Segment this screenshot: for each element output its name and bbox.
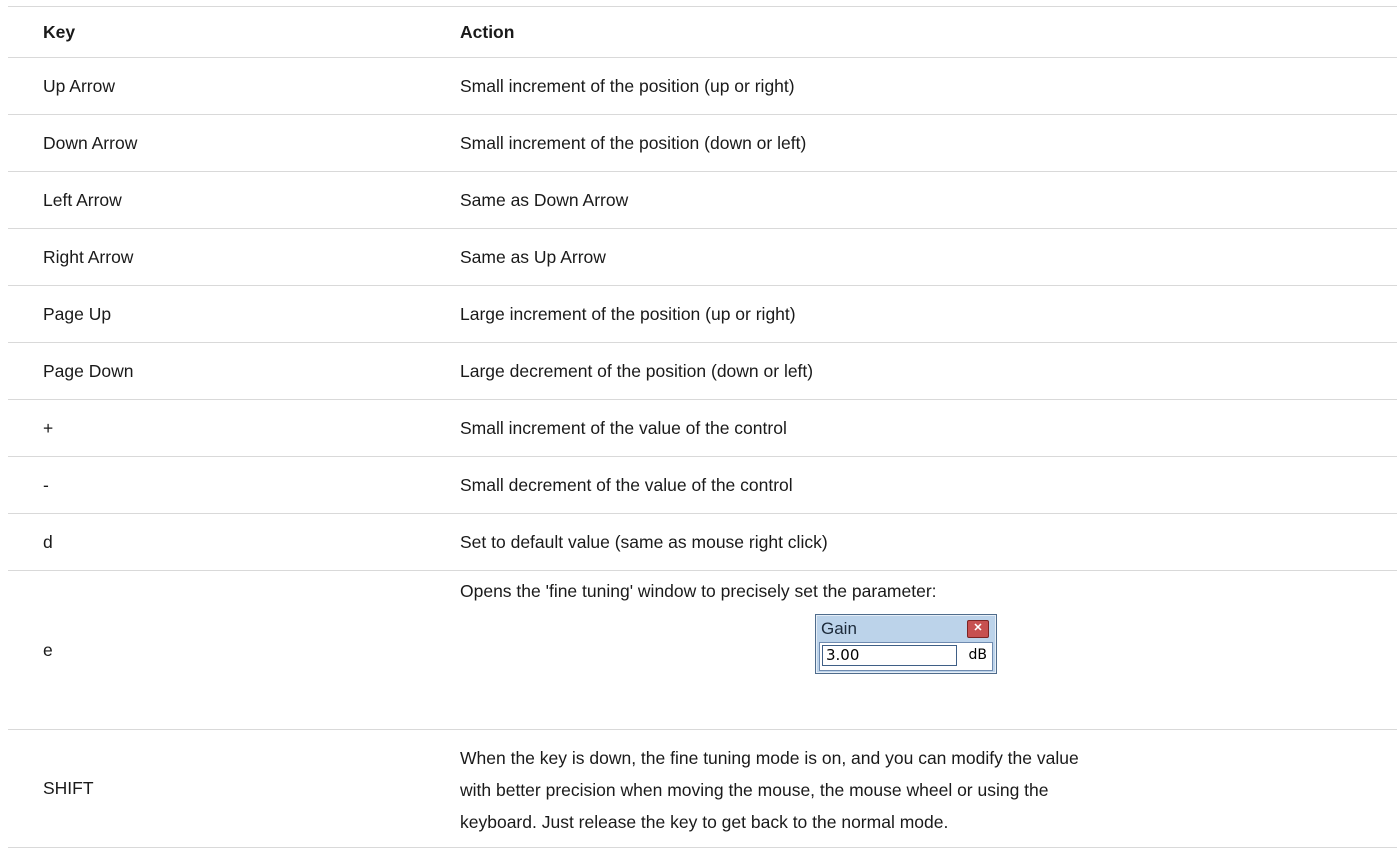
close-icon[interactable]: ✕ xyxy=(967,620,989,638)
action-cell: Same as Down Arrow xyxy=(425,171,1397,229)
action-cell: Opens the 'fine tuning' window to precis… xyxy=(425,570,1397,730)
key-cell: Up Arrow xyxy=(8,57,425,115)
table-row: SHIFT When the key is down, the fine tun… xyxy=(8,729,1397,848)
action-cell: Small increment of the value of the cont… xyxy=(425,399,1397,457)
header-key: Key xyxy=(8,6,425,58)
action-text-line: When the key is down, the fine tuning mo… xyxy=(460,747,1079,768)
table-row: Right Arrow Same as Up Arrow xyxy=(8,228,1397,286)
table-row: Down Arrow Small increment of the positi… xyxy=(8,114,1397,172)
action-cell: Same as Up Arrow xyxy=(425,228,1397,286)
fine-tuning-title: Gain xyxy=(821,619,857,638)
key-cell: Down Arrow xyxy=(8,114,425,172)
key-cell: SHIFT xyxy=(8,729,425,848)
key-cell: Right Arrow xyxy=(8,228,425,286)
action-text-line: with better precision when moving the mo… xyxy=(460,779,1049,800)
fine-tuning-value-input[interactable]: 3.00 xyxy=(822,645,957,666)
keyboard-shortcuts-table: Key Action Up Arrow Small increment of t… xyxy=(8,6,1397,848)
key-cell: d xyxy=(8,513,425,571)
key-cell: Page Up xyxy=(8,285,425,343)
action-text: Opens the 'fine tuning' window to precis… xyxy=(460,581,937,601)
table-row: Up Arrow Small increment of the position… xyxy=(8,57,1397,115)
action-cell: Small increment of the position (down or… xyxy=(425,114,1397,172)
table-row: - Small decrement of the value of the co… xyxy=(8,456,1397,514)
action-cell: Large decrement of the position (down or… xyxy=(425,342,1397,400)
action-cell: Small increment of the position (up or r… xyxy=(425,57,1397,115)
fine-tuning-body: 3.00 dB xyxy=(819,642,993,671)
table-row: Page Up Large increment of the position … xyxy=(8,285,1397,343)
table-row: e Opens the 'fine tuning' window to prec… xyxy=(8,570,1397,730)
table-row: Left Arrow Same as Down Arrow xyxy=(8,171,1397,229)
action-cell: Small decrement of the value of the cont… xyxy=(425,456,1397,514)
key-cell: + xyxy=(8,399,425,457)
action-cell: Set to default value (same as mouse righ… xyxy=(425,513,1397,571)
table-row: + Small increment of the value of the co… xyxy=(8,399,1397,457)
action-cell: When the key is down, the fine tuning mo… xyxy=(425,729,1397,848)
table-row: Page Down Large decrement of the positio… xyxy=(8,342,1397,400)
key-cell: Page Down xyxy=(8,342,425,400)
table-row: d Set to default value (same as mouse ri… xyxy=(8,513,1397,571)
action-cell: Large increment of the position (up or r… xyxy=(425,285,1397,343)
fine-tuning-window: Gain ✕ 3.00 dB xyxy=(815,614,997,674)
key-cell: Left Arrow xyxy=(8,171,425,229)
table-header-row: Key Action xyxy=(8,6,1397,58)
key-cell: e xyxy=(8,570,425,730)
header-action: Action xyxy=(425,6,1397,58)
action-text-line: keyboard. Just release the key to get ba… xyxy=(460,811,949,832)
fine-tuning-unit: dB xyxy=(968,647,988,663)
key-cell: - xyxy=(8,456,425,514)
